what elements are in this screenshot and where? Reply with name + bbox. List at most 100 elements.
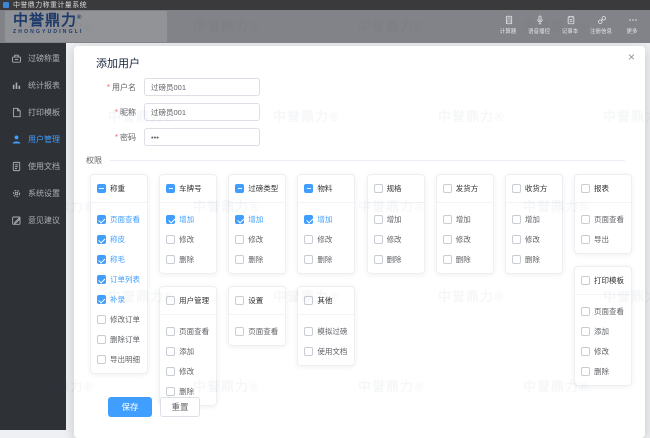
nickname-input[interactable] (144, 103, 260, 121)
checkbox-icon[interactable] (166, 387, 176, 396)
checkbox-icon[interactable] (304, 255, 314, 264)
checkbox-icon[interactable] (166, 327, 176, 336)
permission-item[interactable]: 模拟过磅 (304, 326, 348, 337)
permission-item[interactable]: 增加 (304, 214, 348, 225)
permission-item[interactable]: 修改 (373, 234, 418, 245)
checkbox-icon[interactable] (511, 215, 521, 224)
permission-item[interactable]: 订单列表 (97, 274, 141, 285)
checkbox-icon[interactable] (304, 327, 314, 336)
checkbox-icon[interactable] (511, 184, 521, 193)
checkbox-icon[interactable] (166, 184, 176, 193)
checkbox-icon[interactable] (166, 367, 176, 376)
checkbox-icon[interactable] (442, 184, 452, 193)
permission-item[interactable]: 删除 (304, 254, 348, 265)
permission-item[interactable]: 修改 (304, 234, 348, 245)
permission-group-toggle[interactable]: 车牌号 (160, 175, 217, 203)
permission-item[interactable]: 删除订单 (97, 334, 141, 345)
checkbox-icon[interactable] (304, 215, 314, 224)
checkbox-icon[interactable] (442, 215, 452, 224)
checkbox-icon[interactable] (97, 335, 106, 344)
checkbox-icon[interactable] (166, 235, 176, 244)
checkbox-icon[interactable] (511, 235, 521, 244)
sidebar-item-feedback[interactable]: 意见建议 (0, 207, 66, 234)
checkbox-icon[interactable] (373, 235, 383, 244)
permission-item[interactable]: 修改 (166, 234, 210, 245)
checkbox-icon[interactable] (166, 215, 176, 224)
checkbox-icon[interactable] (442, 235, 452, 244)
permission-group-toggle[interactable]: 收货方 (505, 175, 562, 203)
permission-item[interactable]: 修改 (511, 234, 556, 245)
checkbox-icon[interactable] (304, 184, 314, 193)
permission-item[interactable]: 添加 (166, 346, 210, 357)
checkbox-icon[interactable] (97, 255, 106, 264)
permission-item[interactable]: 删除 (373, 254, 418, 265)
sidebar-item-reports[interactable]: 统计报表 (0, 72, 66, 99)
permission-item[interactable]: 增加 (166, 214, 210, 225)
permission-group-toggle[interactable]: 规格 (367, 175, 424, 203)
permission-item[interactable]: 删除 (166, 254, 210, 265)
permission-item[interactable]: 删除 (580, 366, 625, 377)
permission-item[interactable]: 修改 (580, 346, 625, 357)
permission-item[interactable]: 增加 (511, 214, 556, 225)
checkbox-icon[interactable] (442, 255, 452, 264)
checkbox-icon[interactable] (235, 184, 245, 193)
permission-item[interactable]: 添加 (580, 326, 625, 337)
checkbox-icon[interactable] (511, 255, 521, 264)
checkbox-icon[interactable] (166, 255, 176, 264)
permission-item[interactable]: 导出 (580, 234, 625, 245)
username-input[interactable] (144, 78, 260, 96)
permission-group-toggle[interactable]: 物料 (298, 175, 355, 203)
tool-more[interactable]: 更多 (617, 15, 648, 35)
sidebar-item-print-template[interactable]: 打印模板 (0, 99, 66, 126)
checkbox-icon[interactable] (580, 367, 590, 376)
permission-item[interactable]: 补录 (97, 294, 141, 305)
checkbox-icon[interactable] (304, 347, 314, 356)
permission-group-toggle[interactable]: 其他 (298, 287, 355, 315)
checkbox-icon[interactable] (580, 184, 590, 193)
checkbox-icon[interactable] (235, 235, 245, 244)
checkbox-icon[interactable] (235, 215, 245, 224)
checkbox-icon[interactable] (373, 184, 383, 193)
save-button[interactable]: 保存 (108, 397, 152, 417)
permission-item[interactable]: 增加 (442, 214, 487, 225)
permission-group-toggle[interactable]: 打印模板 (574, 267, 631, 295)
close-icon[interactable]: × (628, 51, 635, 63)
permission-item[interactable]: 修改 (166, 366, 210, 377)
checkbox-icon[interactable] (235, 327, 245, 336)
checkbox-icon[interactable] (166, 347, 176, 356)
password-input[interactable] (144, 128, 260, 146)
permission-item[interactable]: 页面查看 (580, 306, 625, 317)
tool-registration-info[interactable]: 注册信息 (586, 15, 617, 35)
permission-item[interactable]: 页面查看 (580, 214, 625, 225)
sidebar-item-system-settings[interactable]: 系统设置 (0, 180, 66, 207)
checkbox-icon[interactable] (97, 295, 106, 304)
checkbox-icon[interactable] (97, 275, 106, 284)
checkbox-icon[interactable] (580, 327, 590, 336)
sidebar-item-weighing[interactable]: 过磅称重 (0, 45, 66, 72)
checkbox-icon[interactable] (373, 215, 383, 224)
permission-item[interactable]: 页面查看 (166, 326, 210, 337)
permission-item[interactable]: 修改 (442, 234, 487, 245)
tool-notepad[interactable]: 记事本 (555, 15, 586, 35)
permission-group-toggle[interactable]: 发货方 (436, 175, 493, 203)
sidebar-item-user-docs[interactable]: 使用文档 (0, 153, 66, 180)
checkbox-icon[interactable] (580, 215, 590, 224)
checkbox-icon[interactable] (580, 276, 590, 285)
permission-group-toggle[interactable]: 用户管理 (160, 287, 217, 315)
reset-button[interactable]: 重置 (160, 397, 200, 417)
permission-item[interactable]: 删除 (442, 254, 487, 265)
checkbox-icon[interactable] (235, 255, 245, 264)
checkbox-icon[interactable] (304, 296, 314, 305)
permission-item[interactable]: 页面查看 (235, 326, 279, 337)
checkbox-icon[interactable] (235, 296, 245, 305)
checkbox-icon[interactable] (166, 296, 176, 305)
permission-item[interactable]: 修改订单 (97, 314, 141, 325)
permission-item[interactable]: 称毛 (97, 254, 141, 265)
permission-item[interactable]: 页面查看 (97, 214, 141, 225)
permission-item[interactable]: 使用文档 (304, 346, 348, 357)
permission-item[interactable]: 删除 (511, 254, 556, 265)
permission-item[interactable]: 增加 (373, 214, 418, 225)
checkbox-icon[interactable] (97, 215, 106, 224)
checkbox-icon[interactable] (97, 235, 106, 244)
permission-item[interactable]: 修改 (235, 234, 279, 245)
